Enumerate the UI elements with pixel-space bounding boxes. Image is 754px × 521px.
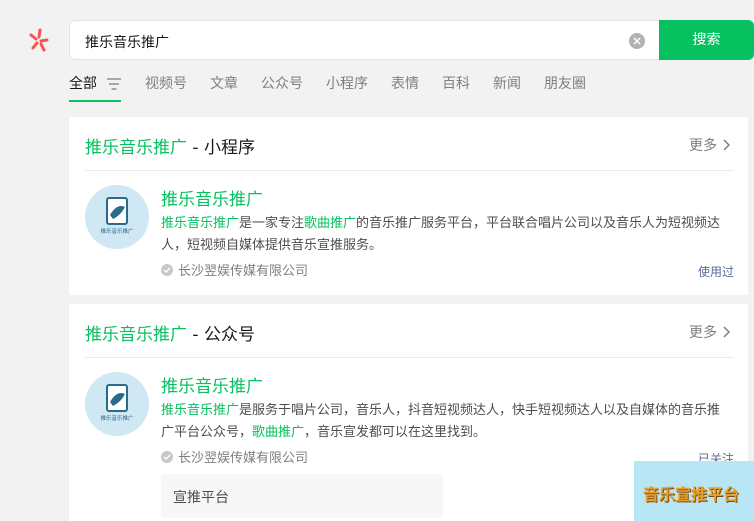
title-suffix: - 小程序	[187, 138, 255, 158]
watermark-overlay: 音乐宣推平台	[634, 461, 754, 521]
tab-moments[interactable]: 朋友圈	[544, 74, 586, 94]
card-header: 推乐音乐推广 - 小程序 更多	[85, 117, 734, 171]
entry-description: 推乐音乐推广是服务于唱片公司，音乐人，抖音短视频达人，快手短视频达人以及自媒体的…	[161, 400, 731, 444]
avatar: 推乐音乐推广	[85, 185, 149, 249]
tab-mini-programs[interactable]: 小程序	[326, 74, 368, 94]
chevron-right-icon	[723, 326, 730, 338]
tab-encyclopedia[interactable]: 百科	[442, 74, 470, 94]
card-title: 推乐音乐推广 - 小程序	[85, 133, 255, 158]
verified-icon	[161, 263, 173, 276]
card-title: 推乐音乐推广 - 公众号	[85, 320, 255, 345]
related-service-item[interactable]: 宣推平台	[161, 474, 443, 518]
tab-news[interactable]: 新闻	[493, 74, 521, 94]
wechat-search-logo-icon	[29, 28, 49, 52]
desc-keyword: 歌曲推广	[304, 216, 357, 231]
mini-program-result-card: 推乐音乐推广 - 小程序 更多 推乐音乐推广 推乐音乐推广 推乐音乐推广是一家专…	[69, 117, 748, 295]
avatar-text: 推乐音乐推广	[100, 227, 134, 235]
watermark-text: 音乐宣推平台	[643, 485, 740, 504]
status-badge: 使用过	[697, 265, 734, 279]
more-label: 更多	[689, 138, 717, 154]
desc-text: 是一家专注	[239, 216, 305, 231]
title-keyword: 推乐音乐推广	[85, 325, 187, 345]
avatar-text: 推乐音乐推广	[100, 414, 134, 422]
desc-text: ，音乐宣发都可以在这里找到。	[304, 425, 487, 440]
desc-keyword: 推乐音乐推广	[161, 216, 240, 231]
search-query: 推乐音乐推广	[85, 35, 169, 51]
verified-icon	[161, 450, 173, 463]
tab-stickers[interactable]: 表情	[391, 74, 419, 94]
owner-info: 长沙翌娱传媒有限公司	[161, 447, 308, 466]
owner-name: 长沙翌娱传媒有限公司	[178, 264, 309, 279]
more-link[interactable]: 更多	[689, 135, 730, 155]
entry-description: 推乐音乐推广是一家专注歌曲推广的音乐推广服务平台，平台联合唱片公司以及音乐人为短…	[161, 213, 731, 257]
more-link[interactable]: 更多	[689, 322, 730, 342]
clear-icon[interactable]	[629, 33, 645, 49]
tab-all[interactable]: 全部	[69, 74, 121, 102]
desc-keyword: 歌曲推广	[252, 425, 305, 440]
entry-title: 推乐音乐推广	[161, 190, 263, 210]
desc-keyword: 推乐音乐推广	[161, 403, 240, 418]
tab-official-accounts[interactable]: 公众号	[261, 74, 303, 94]
category-tabs: 全部 视频号 文章 公众号 小程序 表情 百科 新闻 朋友圈	[69, 74, 609, 102]
chevron-right-icon	[723, 139, 730, 151]
title-suffix: - 公众号	[187, 325, 255, 345]
title-keyword: 推乐音乐推广	[85, 138, 187, 158]
tab-channels[interactable]: 视频号	[145, 74, 187, 94]
more-label: 更多	[689, 325, 717, 341]
search-input[interactable]: 推乐音乐推广	[69, 20, 659, 60]
owner-info: 长沙翌娱传媒有限公司	[161, 260, 308, 279]
tab-label: 全部	[69, 76, 97, 92]
search-button[interactable]: 搜索	[659, 20, 754, 60]
filter-icon[interactable]	[107, 78, 121, 90]
avatar: 推乐音乐推广	[85, 372, 149, 436]
owner-name: 长沙翌娱传媒有限公司	[178, 451, 309, 466]
tab-articles[interactable]: 文章	[210, 74, 238, 94]
card-header: 推乐音乐推广 - 公众号 更多	[85, 304, 734, 358]
entry-title: 推乐音乐推广	[161, 377, 263, 397]
